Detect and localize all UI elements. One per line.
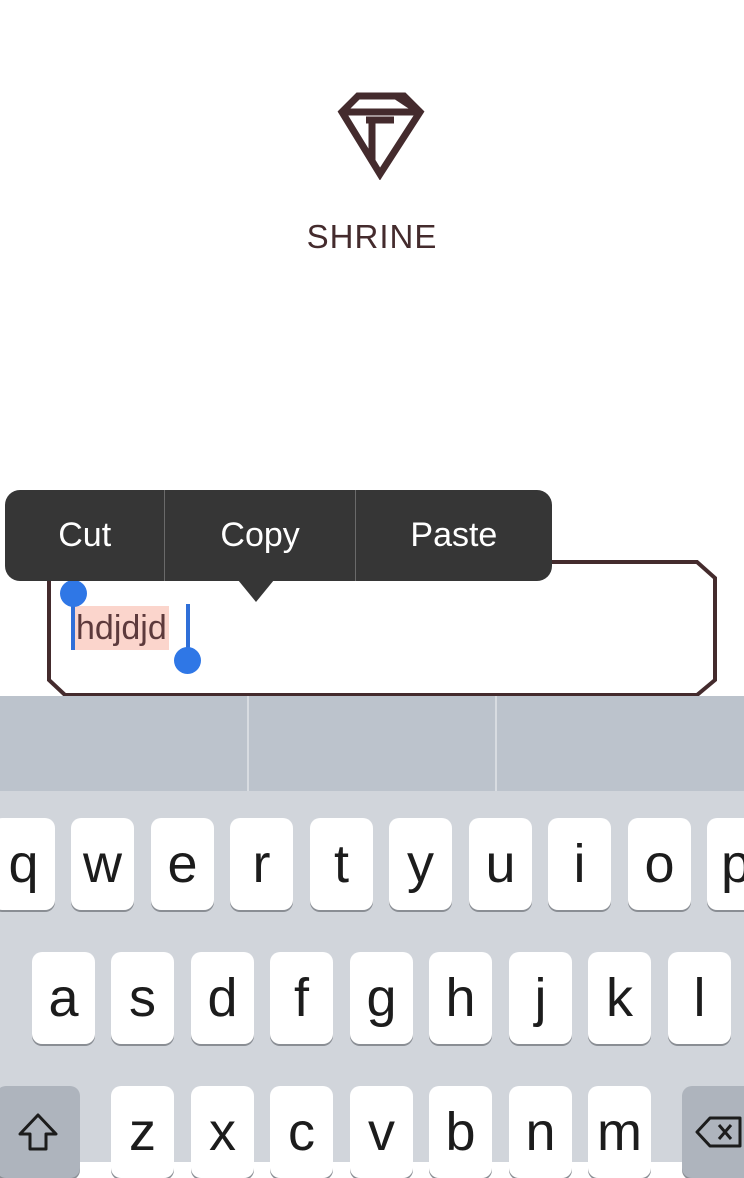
key-d[interactable]: d	[191, 952, 254, 1044]
suggestion-slot[interactable]	[497, 696, 744, 791]
key-k[interactable]: k	[588, 952, 651, 1044]
key-m[interactable]: m	[588, 1086, 651, 1178]
selection-end-caret	[186, 604, 190, 650]
key-v[interactable]: v	[350, 1086, 413, 1178]
key-n[interactable]: n	[509, 1086, 572, 1178]
key-f[interactable]: f	[270, 952, 333, 1044]
key-h[interactable]: h	[429, 952, 492, 1044]
edit-menu: Cut Copy Paste	[5, 490, 552, 581]
key-g[interactable]: g	[350, 952, 413, 1044]
key-a[interactable]: a	[32, 952, 95, 1044]
selection-start-handle[interactable]	[60, 580, 87, 607]
key-r[interactable]: r	[230, 818, 293, 910]
key-o[interactable]: o	[628, 818, 691, 910]
backspace-icon	[695, 1116, 742, 1148]
key-e[interactable]: e	[151, 818, 214, 910]
suggestion-bar	[0, 696, 744, 791]
key-c[interactable]: c	[270, 1086, 333, 1178]
shift-key[interactable]	[0, 1086, 80, 1178]
selection-start-caret	[71, 604, 75, 650]
cut-button[interactable]: Cut	[5, 490, 166, 581]
selected-text[interactable]: hdjdjd	[74, 606, 169, 650]
key-w[interactable]: w	[71, 818, 134, 910]
key-p[interactable]: p	[707, 818, 744, 910]
suggestion-slot[interactable]	[249, 696, 498, 791]
key-i[interactable]: i	[548, 818, 611, 910]
shrine-diamond-logo-icon	[336, 90, 426, 181]
key-s[interactable]: s	[111, 952, 174, 1044]
key-x[interactable]: x	[191, 1086, 254, 1178]
key-b[interactable]: b	[429, 1086, 492, 1178]
key-l[interactable]: l	[668, 952, 731, 1044]
keyboard: q w e r t y u i o p a s d f g h j k l z …	[0, 696, 744, 1178]
app-title: SHRINE	[306, 218, 438, 255]
key-y[interactable]: y	[389, 818, 452, 910]
key-j[interactable]: j	[509, 952, 572, 1044]
key-q[interactable]: q	[0, 818, 55, 910]
copy-button[interactable]: Copy	[165, 490, 356, 581]
paste-button[interactable]: Paste	[356, 490, 552, 581]
key-z[interactable]: z	[111, 1086, 174, 1178]
delete-key[interactable]	[682, 1086, 744, 1178]
selection-end-handle[interactable]	[174, 647, 201, 674]
key-u[interactable]: u	[469, 818, 532, 910]
key-t[interactable]: t	[310, 818, 373, 910]
shift-icon	[18, 1113, 58, 1151]
suggestion-slot[interactable]	[0, 696, 249, 791]
edit-menu-arrow	[238, 580, 274, 602]
